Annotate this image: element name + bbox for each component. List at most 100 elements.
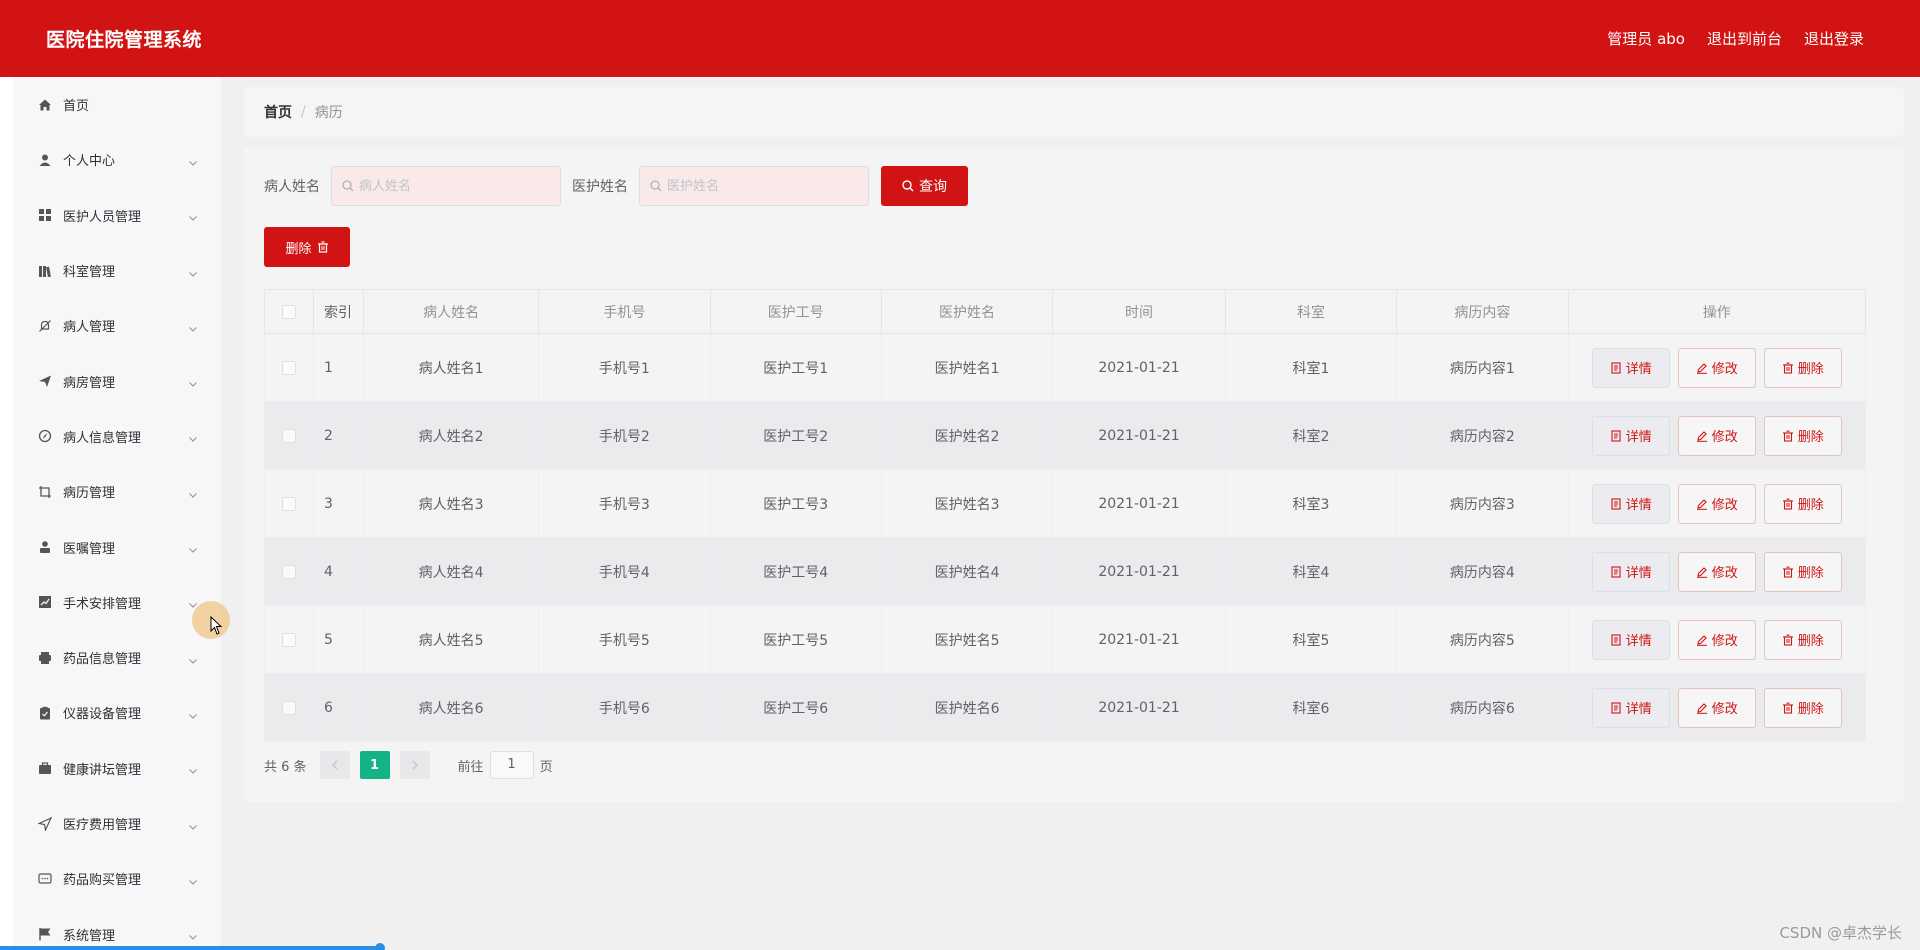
select-all-checkbox[interactable] <box>281 304 296 319</box>
detail-button[interactable]: 详情 <box>1591 551 1670 592</box>
edit-icon <box>1696 430 1708 442</box>
edit-button[interactable]: 修改 <box>1677 619 1756 660</box>
edit-button[interactable]: 修改 <box>1677 551 1756 592</box>
cell-dept: 科室1 <box>1224 333 1398 402</box>
clipboard-icon <box>37 705 53 721</box>
chevron-left-icon <box>331 760 338 770</box>
row-checkbox[interactable] <box>281 700 296 715</box>
admin-user-label[interactable]: 管理员 abo <box>1607 28 1685 49</box>
row-index: 2 <box>312 401 365 470</box>
detail-button[interactable]: 详情 <box>1591 483 1670 524</box>
cell-phone: 手机号6 <box>538 673 711 742</box>
table-row: 4 病人姓名4 手机号4 医护工号4 医护姓名4 2021-01-21 科室4 病历内容4 详情… <box>264 537 1867 606</box>
edit-button[interactable]: 修改 <box>1677 415 1756 456</box>
row-select-cell[interactable] <box>264 673 314 742</box>
delete-button[interactable]: 删除 <box>1763 619 1842 660</box>
query-button[interactable]: 查询 <box>881 166 968 206</box>
row-select-cell[interactable] <box>264 401 314 470</box>
row-checkbox[interactable] <box>281 496 296 511</box>
nurse-name-label: 医护姓名 <box>572 179 628 195</box>
chevron-right-icon <box>412 760 418 770</box>
sidebar-item[interactable]: 病房管理 <box>13 353 221 408</box>
document-icon <box>1610 633 1622 646</box>
page-number-active[interactable]: 1 <box>359 751 390 779</box>
goto-page-input[interactable]: 1 <box>489 751 534 779</box>
patient-name-field[interactable] <box>331 166 561 206</box>
sidebar-item[interactable]: 药品信息管理 <box>13 630 221 685</box>
row-checkbox[interactable] <box>281 564 296 579</box>
sidebar-item[interactable]: 病历管理 <box>13 464 221 519</box>
delete-button[interactable]: 删除 <box>1763 551 1842 592</box>
sidebar-item[interactable]: 药品购买管理 <box>13 851 221 906</box>
sidebar-item[interactable]: 健康讲坛管理 <box>13 741 221 796</box>
row-select-cell[interactable] <box>264 469 314 538</box>
sidebar-item[interactable]: 首页 <box>13 77 221 132</box>
chevron-down-icon <box>187 265 199 277</box>
column-header: 索引 <box>312 289 365 334</box>
patient-name-label: 病人姓名 <box>264 179 320 195</box>
detail-button[interactable]: 详情 <box>1591 347 1670 388</box>
row-select-cell[interactable] <box>264 333 314 402</box>
edit-button-label: 修改 <box>1711 702 1738 717</box>
sidebar-item-label: 病人管理 <box>63 320 116 336</box>
sidebar-item[interactable]: 科室管理 <box>13 243 221 298</box>
row-checkbox[interactable] <box>281 428 296 443</box>
edit-button[interactable]: 修改 <box>1677 687 1756 728</box>
edit-button-label: 修改 <box>1711 430 1738 445</box>
column-header: 科室 <box>1224 289 1398 334</box>
column-header: 病历内容 <box>1396 289 1569 334</box>
sidebar-item[interactable]: 仪器设备管理 <box>13 685 221 740</box>
row-select-cell[interactable] <box>264 605 314 674</box>
row-index: 1 <box>312 333 365 402</box>
edit-button[interactable]: 修改 <box>1677 347 1756 388</box>
row-select-cell[interactable] <box>264 537 314 606</box>
nurse-name-field[interactable] <box>639 166 869 206</box>
cell-staff-no: 医护工号3 <box>709 469 882 538</box>
row-index: 3 <box>312 469 365 538</box>
sidebar-item-label: 医嘱管理 <box>63 541 116 557</box>
edit-button[interactable]: 修改 <box>1677 483 1756 524</box>
breadcrumb-home[interactable]: 首页 <box>264 102 292 122</box>
sidebar-item[interactable]: 病人信息管理 <box>13 409 221 464</box>
detail-button[interactable]: 详情 <box>1591 415 1670 456</box>
chevron-down-icon <box>187 320 199 332</box>
sidebar-item[interactable]: 系统管理 <box>13 906 221 950</box>
prev-page-button[interactable] <box>319 751 350 779</box>
detail-button[interactable]: 详情 <box>1591 687 1670 728</box>
select-all-cell[interactable] <box>264 289 314 334</box>
patient-name-input[interactable] <box>359 178 539 194</box>
detail-button[interactable]: 详情 <box>1591 619 1670 660</box>
to-front-link[interactable]: 退出到前台 <box>1707 28 1782 49</box>
delete-button[interactable]: 删除 <box>1763 347 1842 388</box>
video-progress-knob[interactable] <box>375 943 385 950</box>
document-icon <box>1610 361 1622 374</box>
crop-icon <box>37 484 53 500</box>
trash-icon <box>317 241 329 253</box>
row-checkbox[interactable] <box>281 360 296 375</box>
batch-delete-label: 删除 <box>285 240 312 256</box>
video-progress-bar[interactable] <box>0 946 380 950</box>
sidebar-item[interactable]: 医护人员管理 <box>13 188 221 243</box>
nurse-name-input[interactable] <box>667 178 847 194</box>
table-row: 5 病人姓名5 手机号5 医护工号5 医护姓名5 2021-01-21 科室5 病历内容5 详情… <box>264 605 1867 674</box>
cell-content: 病历内容1 <box>1396 333 1569 402</box>
cell-time: 2021-01-21 <box>1052 605 1226 674</box>
cell-staff-no: 医护工号1 <box>709 333 882 402</box>
delete-button[interactable]: 删除 <box>1763 483 1842 524</box>
logout-link[interactable]: 退出登录 <box>1804 28 1864 49</box>
edit-icon <box>1696 702 1708 714</box>
sidebar-item[interactable]: 手术安排管理 <box>13 575 221 630</box>
sidebar-item-label: 首页 <box>63 99 90 115</box>
row-actions: 详情 修改 删除 <box>1567 469 1867 538</box>
delete-button[interactable]: 删除 <box>1763 415 1842 456</box>
sidebar-item[interactable]: 医嘱管理 <box>13 519 221 574</box>
next-page-button[interactable] <box>399 751 430 779</box>
sidebar-item[interactable]: 医疗费用管理 <box>13 796 221 851</box>
main-content: 首页 / 病历 病人姓名 医护姓名 查询 <box>221 77 1920 950</box>
sidebar-item[interactable]: 个人中心 <box>13 132 221 187</box>
delete-button[interactable]: 删除 <box>1763 687 1842 728</box>
document-icon <box>1610 429 1622 442</box>
batch-delete-button[interactable]: 删除 <box>264 227 350 267</box>
sidebar-item[interactable]: 病人管理 <box>13 298 221 353</box>
row-checkbox[interactable] <box>281 632 296 647</box>
